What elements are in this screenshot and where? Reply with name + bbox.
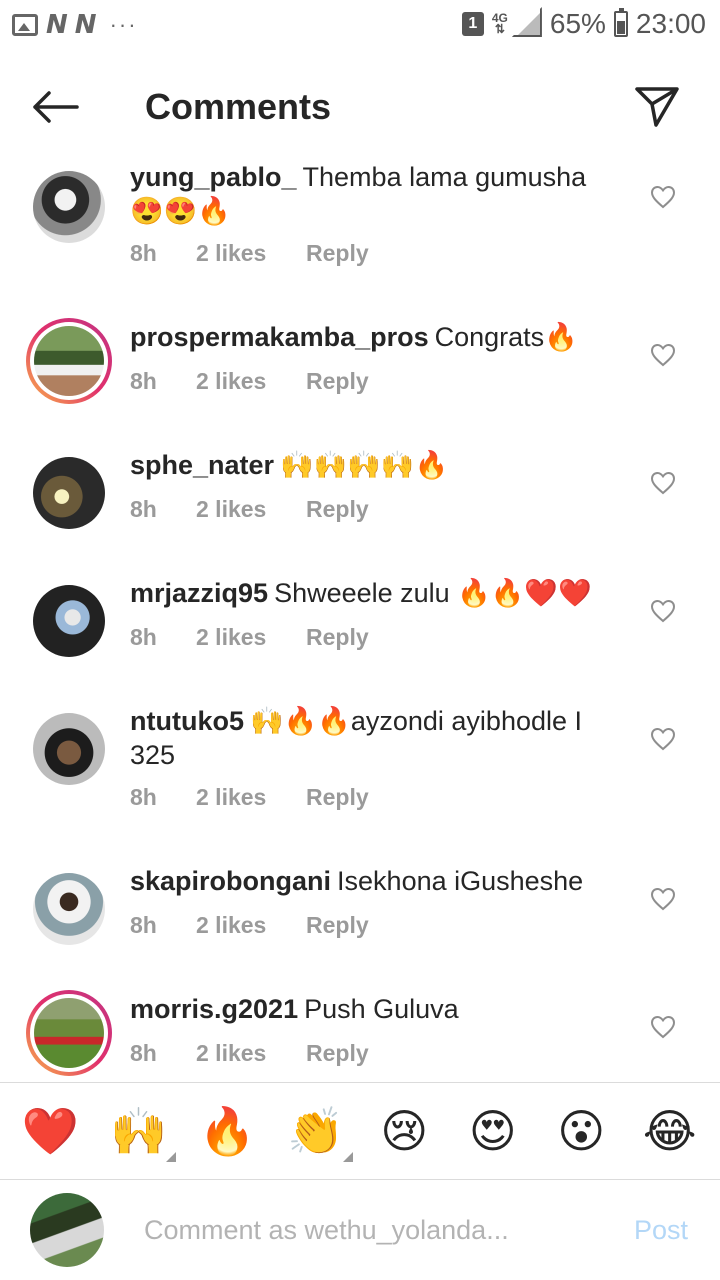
comment-input[interactable] bbox=[144, 1207, 584, 1253]
send-icon bbox=[635, 87, 679, 127]
comment-item: yung_pablo_ Themba lama gumusha😍😍🔥 8h 2 l… bbox=[0, 160, 720, 290]
avatar[interactable] bbox=[26, 866, 112, 952]
comment-username[interactable]: morris.g2021 bbox=[130, 994, 298, 1024]
like-comment-button[interactable] bbox=[648, 182, 678, 212]
page-title: Comments bbox=[145, 86, 332, 127]
heart-outline-icon bbox=[650, 599, 676, 623]
current-user-avatar bbox=[30, 1193, 104, 1267]
avatar[interactable] bbox=[26, 706, 112, 792]
comment-text: prospermakamba_pros Congrats🔥 bbox=[130, 322, 578, 352]
clapping-emoji-button[interactable]: 👏 bbox=[281, 1096, 353, 1166]
like-comment-button[interactable] bbox=[648, 1012, 678, 1042]
comment-text: ntutuko5 🙌🔥🔥ayzondi ayibhodle I 325 bbox=[130, 706, 583, 770]
comment-time: 8h bbox=[130, 496, 157, 522]
like-comment-button[interactable] bbox=[648, 468, 678, 498]
heart-outline-icon bbox=[650, 887, 676, 911]
comment-username[interactable]: prospermakamba_pros bbox=[130, 322, 429, 352]
comment-text: yung_pablo_ Themba lama gumusha😍😍🔥 bbox=[130, 162, 587, 226]
comment-time: 8h bbox=[130, 1040, 157, 1066]
laughing-emoji-button[interactable]: 😂 bbox=[635, 1096, 705, 1166]
comment-text: skapirobongani Isekhona iGusheshe bbox=[130, 866, 584, 896]
heart-eyes-emoji-button[interactable]: 😍 bbox=[458, 1096, 528, 1166]
reply-button[interactable]: Reply bbox=[306, 784, 369, 811]
reply-button[interactable]: Reply bbox=[306, 1040, 369, 1067]
heart-outline-icon bbox=[650, 343, 676, 367]
comment-meta: 8h 2 likes Reply bbox=[130, 496, 369, 523]
comment-item: sphe_nater 🙌🙌🙌🙌🔥 8h 2 likes Reply bbox=[0, 446, 720, 546]
comment-username[interactable]: skapirobongani bbox=[130, 866, 331, 896]
reply-button[interactable]: Reply bbox=[306, 240, 369, 267]
comment-likes[interactable]: 2 likes bbox=[196, 912, 306, 939]
comment-item: mrjazziq95 Shweeele zulu 🔥🔥❤️❤️ 8h 2 like… bbox=[0, 574, 720, 674]
comment-meta: 8h 2 likes Reply bbox=[130, 240, 369, 267]
like-comment-button[interactable] bbox=[648, 724, 678, 754]
avatar[interactable] bbox=[26, 990, 112, 1076]
header: Comments bbox=[0, 60, 720, 150]
comment-username[interactable]: mrjazziq95 bbox=[130, 578, 268, 608]
comment-meta: 8h 2 likes Reply bbox=[130, 1040, 369, 1067]
reply-button[interactable]: Reply bbox=[306, 912, 369, 939]
heart-outline-icon bbox=[650, 185, 676, 209]
network-type-icon: 4G ⇅ bbox=[491, 11, 508, 36]
heart-outline-icon bbox=[650, 727, 676, 751]
emoji-quick-bar: ❤️ 🙌 🔥 👏 😢 😍 😮 😂 bbox=[0, 1082, 720, 1180]
comment-time: 8h bbox=[130, 240, 157, 266]
comment-text: sphe_nater 🙌🙌🙌🙌🔥 bbox=[130, 450, 449, 480]
signal-icon bbox=[515, 11, 542, 37]
clock: 23:00 bbox=[635, 8, 706, 39]
like-comment-button[interactable] bbox=[648, 884, 678, 914]
comment-time: 8h bbox=[130, 912, 157, 938]
notification-n-icons: N N bbox=[46, 10, 97, 40]
comment-likes[interactable]: 2 likes bbox=[196, 368, 306, 395]
more-notifications-icon: ··· bbox=[109, 12, 138, 37]
avatar[interactable] bbox=[26, 318, 112, 404]
raising-hands-emoji-button[interactable]: 🙌 bbox=[104, 1096, 176, 1166]
like-comment-button[interactable] bbox=[648, 596, 678, 626]
avatar[interactable] bbox=[26, 578, 112, 664]
battery-icon bbox=[613, 8, 628, 37]
comment-meta: 8h 2 likes Reply bbox=[130, 784, 369, 811]
comment-username[interactable]: sphe_nater bbox=[130, 450, 274, 480]
crying-emoji-button[interactable]: 😢 bbox=[369, 1096, 439, 1166]
comment-time: 8h bbox=[130, 368, 157, 394]
sim-icon: 1 bbox=[461, 12, 484, 36]
comment-username[interactable]: yung_pablo_ bbox=[130, 162, 297, 192]
comment-meta: 8h 2 likes Reply bbox=[130, 912, 369, 939]
fire-emoji-button[interactable]: 🔥 bbox=[192, 1096, 262, 1166]
surprised-emoji-button[interactable]: 😮 bbox=[546, 1096, 616, 1166]
comment-text: morris.g2021 Push Guluva bbox=[130, 994, 459, 1024]
comment-item: skapirobongani Isekhona iGusheshe 8h 2 li… bbox=[0, 862, 720, 962]
comment-meta: 8h 2 likes Reply bbox=[130, 368, 369, 395]
reply-button[interactable]: Reply bbox=[306, 624, 369, 651]
like-comment-button[interactable] bbox=[648, 340, 678, 370]
battery-percentage: 65% bbox=[549, 8, 606, 39]
reply-button[interactable]: Reply bbox=[306, 368, 369, 395]
avatar[interactable] bbox=[26, 164, 112, 250]
comment-likes[interactable]: 2 likes bbox=[196, 240, 306, 267]
comment-time: 8h bbox=[130, 784, 157, 810]
comment-meta: 8h 2 likes Reply bbox=[130, 624, 369, 651]
comment-likes[interactable]: 2 likes bbox=[196, 624, 306, 651]
comment-likes[interactable]: 2 likes bbox=[196, 1040, 306, 1067]
heart-emoji-button[interactable]: ❤️ bbox=[15, 1096, 85, 1166]
comment-username[interactable]: ntutuko5 bbox=[130, 706, 244, 736]
comment-item: ntutuko5 🙌🔥🔥ayzondi ayibhodle I 325 8h 2 … bbox=[0, 702, 720, 832]
comment-time: 8h bbox=[130, 624, 157, 650]
post-button[interactable]: Post bbox=[634, 1215, 688, 1246]
avatar[interactable] bbox=[26, 450, 112, 536]
share-button[interactable] bbox=[632, 82, 682, 132]
comment-text: mrjazziq95 Shweeele zulu 🔥🔥❤️❤️ bbox=[130, 578, 592, 608]
heart-outline-icon bbox=[650, 1015, 676, 1039]
comment-composer: Post bbox=[0, 1181, 720, 1280]
gallery-notification-icon bbox=[12, 14, 38, 36]
reply-button[interactable]: Reply bbox=[306, 496, 369, 523]
comment-item: prospermakamba_pros Congrats🔥 8h 2 likes … bbox=[0, 318, 720, 418]
heart-outline-icon bbox=[650, 471, 676, 495]
back-arrow-icon bbox=[33, 91, 79, 123]
comment-likes[interactable]: 2 likes bbox=[196, 784, 306, 811]
comment-likes[interactable]: 2 likes bbox=[196, 496, 306, 523]
status-bar: N N ··· 1 4G ⇅ 65% 23:00 bbox=[0, 0, 720, 50]
back-button[interactable] bbox=[28, 82, 82, 132]
comment-item: morris.g2021 Push Guluva 8h 2 likes Reply bbox=[0, 990, 720, 1082]
